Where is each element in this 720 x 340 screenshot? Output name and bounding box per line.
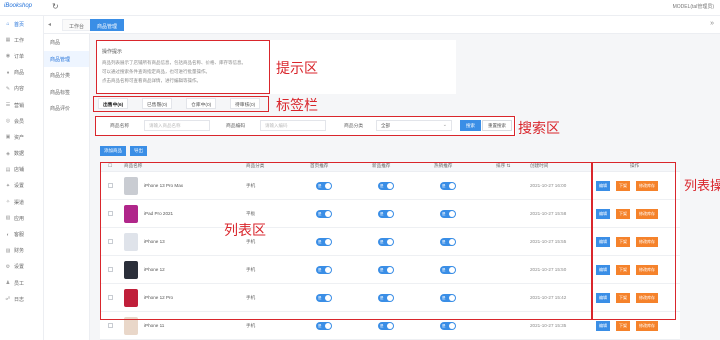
nav-item[interactable]: ▧ 应用 — [0, 210, 43, 226]
nav-item-label: 财务 — [14, 248, 25, 255]
nav-item[interactable]: ♟ 员工 — [0, 275, 43, 291]
nav-item-label: 资产 — [14, 134, 25, 141]
nav-item[interactable]: ☍ 日志 — [0, 291, 43, 307]
nav-item[interactable]: ◎ 会员 — [0, 113, 43, 129]
edit-stock-button[interactable]: 修改库存 — [636, 321, 658, 331]
edit-button[interactable]: 编辑 — [596, 321, 610, 331]
nav-item[interactable]: ◐ 客服 — [0, 226, 43, 242]
tab-workbench[interactable]: 工作台 — [62, 19, 92, 31]
hot-recommend-toggle[interactable]: 是 — [440, 322, 456, 330]
nav-item[interactable]: ◈ 数据 — [0, 146, 43, 162]
nav-item-label: 营销 — [14, 102, 25, 109]
top-right-area: MODEL(tal管理员) — [673, 3, 714, 10]
toggle-label: 是 — [318, 323, 322, 328]
sub-nav-item[interactable]: 商品 — [44, 34, 89, 51]
user-menu[interactable]: MODEL(tal管理员) — [673, 3, 714, 10]
row-checkbox[interactable] — [108, 323, 113, 328]
nav-icon: ⌂ — [6, 21, 10, 28]
product-name[interactable]: iPhone 11 — [144, 323, 164, 328]
ops-annotation-box — [592, 162, 676, 320]
nav-icon: ⚙ — [5, 263, 11, 270]
nav-item[interactable]: ✧ 渠道 — [0, 194, 43, 210]
nav-icon: ▣ — [5, 134, 11, 141]
nav-item[interactable]: ♦ 商品 — [0, 65, 43, 81]
tab-more-icon[interactable]: » — [710, 20, 714, 27]
off-shelf-button[interactable]: 下架 — [616, 321, 630, 331]
nav-item-label: 设置 — [14, 264, 25, 271]
sub-nav-item[interactable]: 商品标签 — [44, 84, 89, 101]
nav-icon: ✧ — [5, 199, 11, 206]
nav-item[interactable]: ◉ 订单 — [0, 48, 43, 64]
tabs-annotation-box — [93, 96, 269, 112]
tab-bar: ◂ 工作台 商品管理 » — [44, 16, 720, 34]
nav-item-label: 会员 — [14, 118, 25, 125]
sub-nav-item[interactable]: 商品管理 — [44, 50, 89, 67]
nav-icon: ♦ — [6, 69, 10, 76]
nav-item[interactable]: ▦ 工作 — [0, 32, 43, 48]
nav-icon: ▨ — [5, 247, 11, 254]
nav-item-label: 应用 — [14, 215, 25, 222]
nav-item-label: 店铺 — [14, 167, 25, 174]
nav-item-label: 数据 — [14, 151, 25, 158]
nav-icon: ◉ — [5, 53, 11, 60]
nav-item[interactable]: ⌂ 首页 — [0, 16, 43, 32]
list-annotation-label: 列表区 — [224, 223, 266, 239]
nav-icon: ♟ — [5, 280, 11, 287]
add-product-button[interactable]: 添加商品 — [100, 146, 126, 156]
tab-back-icon[interactable]: ◂ — [48, 21, 51, 28]
nav-item[interactable]: ▤ 店铺 — [0, 162, 43, 178]
nav-item-label: 订单 — [14, 53, 25, 60]
tab-product-manage[interactable]: 商品管理 — [90, 19, 125, 31]
created-time: 2021-10-27 15:35 — [530, 323, 567, 328]
nav-item-label: 商品 — [14, 70, 25, 77]
sub-nav-item[interactable]: 商品分类 — [44, 67, 89, 84]
left-nav: ⌂ 首页 ▦ 工作 ◉ 订单 ♦ 商品 ✎ 内容 ☰ 营销 ◎ 会员 ▣ 资产 ◈ 数据 ▤ 店铺 ✦ 设置 ✧ 渠道 ▧ 应用 ◐… — [0, 16, 44, 340]
tabs-annotation-label: 标签栏 — [276, 98, 318, 114]
nav-icon: ✎ — [5, 85, 11, 92]
nav-icon: ◐ — [6, 231, 10, 238]
nav-icon: ☰ — [5, 102, 11, 109]
sub-nav: 商品 商品管理 商品分类 商品标签 商品评价 — [44, 34, 90, 340]
product-category: 手机 — [246, 323, 256, 328]
list-annotation-box — [100, 162, 592, 320]
nav-item-label: 客服 — [14, 232, 25, 239]
nav-item-label: 内容 — [14, 86, 25, 93]
nav-item[interactable]: ▨ 财务 — [0, 243, 43, 259]
nav-item[interactable]: ☰ 营销 — [0, 97, 43, 113]
notice-annotation-label: 提示区 — [276, 61, 318, 77]
sub-nav-item[interactable]: 商品评价 — [44, 100, 89, 117]
nav-icon: ☍ — [5, 296, 11, 303]
search-annotation-box — [95, 116, 515, 136]
nav-icon: ◈ — [6, 150, 10, 157]
nav-item[interactable]: ✎ 内容 — [0, 81, 43, 97]
nav-icon: ▦ — [5, 37, 11, 44]
nav-item-label: 设置 — [14, 183, 25, 190]
nav-item[interactable]: ▣ 资产 — [0, 129, 43, 145]
nav-item-label: 渠道 — [14, 199, 25, 206]
home-recommend-toggle[interactable]: 是 — [316, 322, 332, 330]
nav-item-label: 首页 — [14, 21, 25, 28]
nav-icon: ✦ — [5, 182, 11, 189]
nav-item-label: 员工 — [14, 280, 25, 287]
logo: iBookshop — [4, 3, 33, 9]
nav-item-label: 日志 — [14, 296, 25, 303]
nav-icon: ◎ — [5, 118, 11, 125]
nav-icon: ▧ — [5, 215, 11, 222]
toggle-label: 是 — [442, 323, 446, 328]
notice-annotation-box — [96, 40, 270, 94]
nav-item[interactable]: ✦ 设置 — [0, 178, 43, 194]
search-annotation-label: 搜索区 — [518, 121, 560, 137]
refresh-icon[interactable]: ↻ — [52, 2, 59, 11]
top-bar: iBookshop ↻ MODEL(tal管理员) — [0, 0, 720, 16]
nav-item-label: 工作 — [14, 37, 25, 44]
nav-icon: ▤ — [5, 166, 11, 173]
ops-annotation-label: 列表操作区 — [684, 178, 720, 195]
toggle-label: 是 — [380, 323, 384, 328]
new-recommend-toggle[interactable]: 是 — [378, 322, 394, 330]
export-button[interactable]: 导出 — [130, 146, 147, 156]
nav-item[interactable]: ⚙ 设置 — [0, 259, 43, 275]
